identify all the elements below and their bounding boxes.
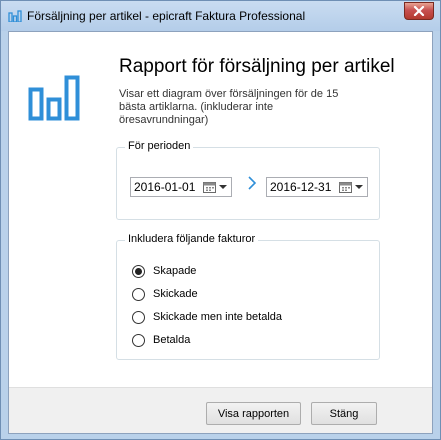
radio-label: Skickade men inte betalda <box>153 311 283 323</box>
radio-button[interactable] <box>132 310 145 324</box>
period-group-title: För perioden <box>125 140 194 152</box>
radio-selected-dot <box>135 267 142 275</box>
report-chart-icon <box>28 75 80 121</box>
chevron-down-icon[interactable] <box>354 182 364 192</box>
radio-label: Skickade <box>153 288 198 300</box>
window-title: Försäljning per artikel - epicraft Faktu… <box>27 9 306 23</box>
window-close-button[interactable] <box>404 2 434 20</box>
close-icon <box>413 6 425 16</box>
button-bar: Visa rapporten Stäng <box>9 387 432 433</box>
to-date-value: 2016-12-31 <box>270 180 332 194</box>
report-description: Visar ett diagram över försäljningen för… <box>119 88 339 126</box>
radio-button[interactable] <box>132 287 145 301</box>
radio-label: Betalda <box>153 334 191 346</box>
show-report-button[interactable]: Visa rapporten <box>206 402 301 425</box>
chevron-down-icon[interactable] <box>218 182 228 192</box>
calendar-icon[interactable] <box>203 181 216 193</box>
radio-sent[interactable]: Skickade <box>132 286 198 302</box>
radio-button[interactable] <box>132 264 145 278</box>
radio-paid[interactable]: Betalda <box>132 332 190 348</box>
page-title: Rapport för försäljning per artikel <box>119 56 395 77</box>
radio-created[interactable]: Skapade <box>132 263 196 279</box>
chevron-right-icon <box>248 176 257 190</box>
radio-button[interactable] <box>132 333 145 347</box>
invoice-filter-group-title: Inkludera följande fakturor <box>125 233 259 245</box>
to-date-picker[interactable]: 2016-12-31 <box>266 177 368 197</box>
close-button[interactable]: Stäng <box>311 402 377 425</box>
from-date-picker[interactable]: 2016-01-01 <box>130 177 232 197</box>
radio-sent-unpaid[interactable]: Skickade men inte betalda <box>132 309 282 325</box>
calendar-icon[interactable] <box>339 181 352 193</box>
title-bar[interactable]: Försäljning per artikel - epicraft Faktu… <box>1 1 440 31</box>
radio-label: Skapade <box>153 265 197 277</box>
from-date-value: 2016-01-01 <box>134 180 196 194</box>
dialog-window: Försäljning per artikel - epicraft Faktu… <box>0 0 441 440</box>
dialog-content: Rapport för försäljning per artikel Visa… <box>8 31 433 434</box>
app-chart-icon <box>8 10 22 22</box>
